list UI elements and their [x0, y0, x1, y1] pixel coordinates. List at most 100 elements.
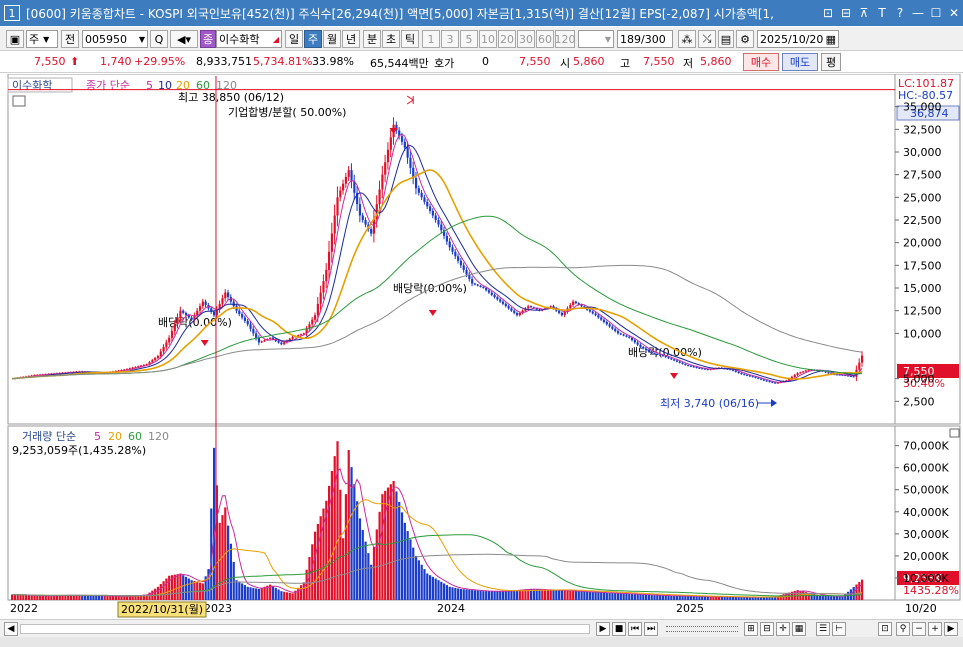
first-icon[interactable]: ⏮: [628, 622, 642, 636]
volume-bar: [13, 594, 17, 600]
zoom-in-icon[interactable]: +: [928, 622, 942, 636]
ruler-icon[interactable]: ⊢: [832, 622, 846, 636]
interval-30-button[interactable]: 30: [517, 30, 535, 48]
interval-5-button[interactable]: 5: [460, 30, 478, 48]
chart-area[interactable]: 이수화학 종가 단순 5 10 20 60 120 LC:101.87 HC:-…: [0, 73, 963, 619]
volume-bar: [400, 512, 404, 600]
candle-body: [754, 376, 757, 378]
prev-button[interactable]: 전: [61, 30, 79, 48]
period-week-button[interactable]: 주: [304, 30, 322, 48]
period-select[interactable]: 주 ▼: [26, 30, 58, 48]
sound-icon[interactable]: ◀▾: [170, 30, 198, 48]
restore-icon[interactable]: ⊡: [819, 6, 837, 20]
period-day-button[interactable]: 일: [285, 30, 303, 48]
price-tick-label: 35,000: [903, 101, 942, 114]
candle-body: [743, 374, 746, 376]
volume-bar: [659, 595, 662, 600]
volume-bar: [821, 595, 824, 600]
date-field[interactable]: 2025/10/20 ▦: [757, 30, 839, 48]
last-icon[interactable]: ⏭: [644, 622, 658, 636]
stock-code-input[interactable]: 005950 ▼: [82, 30, 148, 48]
period-year-button[interactable]: 년: [342, 30, 360, 48]
candle-body: [698, 367, 701, 369]
help-icon[interactable]: ?: [891, 6, 909, 20]
period-tick-button[interactable]: 틱: [401, 30, 419, 48]
interval-10-button[interactable]: 10: [479, 30, 497, 48]
chart-svg[interactable]: 이수화학 종가 단순 5 10 20 60 120 LC:101.87 HC:-…: [0, 73, 963, 619]
candle-body: [670, 358, 673, 360]
volume-tick-label: 40,000K: [903, 506, 949, 519]
interval-3-button[interactable]: 3: [441, 30, 459, 48]
close-icon[interactable]: ✕: [945, 6, 963, 20]
volume-bar: [426, 573, 429, 600]
volume-bar: [238, 581, 241, 600]
period-month-button[interactable]: 월: [323, 30, 341, 48]
price-tick-label: 5,000: [903, 373, 935, 386]
count-field[interactable]: 189/300: [617, 30, 673, 48]
price-tick-label: 2,500: [903, 395, 935, 408]
volume-bar: [212, 447, 216, 600]
volume-bar: [546, 589, 550, 600]
volume-bar: [319, 516, 322, 600]
avg-button[interactable]: 평: [821, 53, 841, 71]
interval-60-button[interactable]: 60: [536, 30, 554, 48]
fit-icon[interactable]: ⊡: [878, 622, 892, 636]
maximize-icon[interactable]: ☐: [927, 6, 945, 20]
minimize-icon[interactable]: —: [909, 6, 927, 20]
buy-button[interactable]: 매수: [743, 53, 779, 71]
scroll-left-icon[interactable]: ◀: [4, 622, 18, 636]
volume-bar: [193, 580, 196, 600]
volume-bar: [241, 583, 244, 600]
volume-bar: [353, 484, 356, 600]
zoom-out-icon[interactable]: −: [912, 622, 926, 636]
period-second-button[interactable]: 초: [382, 30, 400, 48]
zoom-icon[interactable]: ⚲: [896, 622, 910, 636]
grid-view-icon[interactable]: ▦: [792, 622, 806, 636]
interval-custom-select[interactable]: ▼: [578, 30, 614, 48]
stop-icon[interactable]: ■: [612, 622, 626, 636]
stock-name-field[interactable]: 이수화학 ◢: [216, 30, 282, 48]
crosshair-icon[interactable]: ✛: [776, 622, 790, 636]
volume-bar: [855, 584, 858, 600]
volume-bar: [569, 591, 572, 600]
candle-body: [695, 367, 698, 369]
volume-bar: [861, 579, 864, 600]
candle-body: [319, 292, 322, 304]
volume-collapse-icon[interactable]: [949, 428, 960, 438]
search-icon[interactable]: Q: [150, 30, 168, 48]
candle-body: [591, 311, 594, 314]
volume-bar: [465, 589, 468, 600]
interval-120-button[interactable]: 120: [555, 30, 576, 48]
chart-scrollbar[interactable]: ◀ ▶ ■ ⏮ ⏭ ⊞ ⊟ ✛ ▦ ☰ ⊢ ⊡ ⚲ − + ▶: [0, 619, 963, 637]
chart-menu-icon[interactable]: ▣: [6, 30, 24, 48]
volume-bar: [558, 590, 561, 600]
volume-bar: [608, 592, 611, 600]
pin-icon[interactable]: ⊼: [855, 6, 873, 20]
scroll-right-icon[interactable]: ▶: [944, 622, 958, 636]
tile-icon[interactable]: ⊟: [837, 6, 855, 20]
candle-body: [159, 351, 162, 356]
draw-tool-icon[interactable]: ⤯: [698, 30, 716, 48]
split-view-icon[interactable]: ⊟: [760, 622, 774, 636]
candle-body: [313, 315, 317, 320]
indicator-icon[interactable]: ⁂: [678, 30, 696, 48]
interval-20-button[interactable]: 20: [498, 30, 516, 48]
stock-type-badge: 종: [200, 30, 216, 48]
volume-bar: [818, 595, 822, 600]
panel-layout-icon[interactable]: ⊞: [744, 622, 758, 636]
candle-body: [765, 380, 768, 382]
sell-button[interactable]: 매도: [782, 53, 818, 71]
grid-toggle-icon[interactable]: [12, 95, 26, 107]
text-icon[interactable]: T: [873, 6, 891, 20]
volume-bar: [103, 595, 106, 600]
volume-bar: [602, 592, 606, 600]
interval-1-button[interactable]: 1: [422, 30, 440, 48]
gear-icon[interactable]: ⚙: [736, 30, 754, 48]
zoom-slider[interactable]: [666, 626, 738, 632]
play-icon[interactable]: ▶: [596, 622, 610, 636]
save-icon[interactable]: ▤: [718, 30, 734, 48]
scroll-track[interactable]: [20, 624, 590, 634]
volume-bar: [577, 591, 580, 600]
stack-icon[interactable]: ☰: [816, 622, 830, 636]
period-minute-button[interactable]: 분: [363, 30, 381, 48]
